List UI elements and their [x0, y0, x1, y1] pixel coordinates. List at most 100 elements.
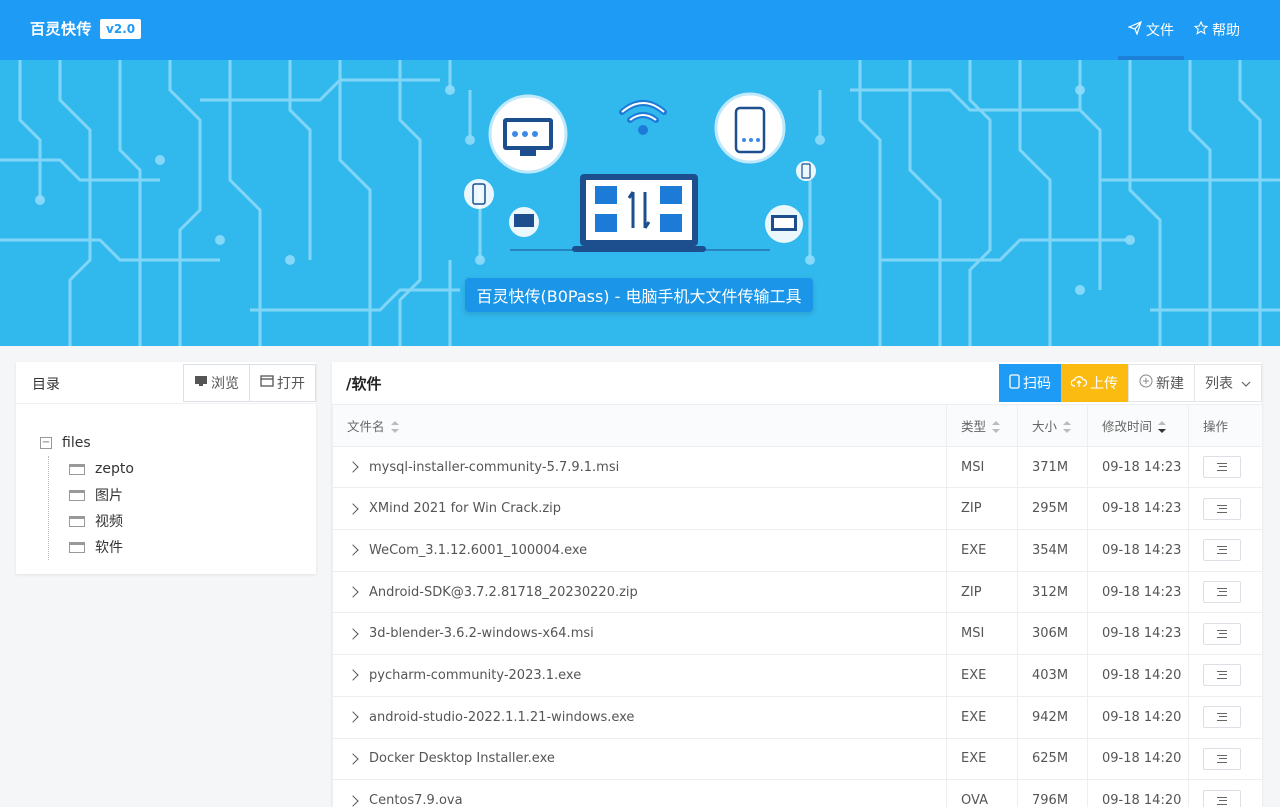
- table-row[interactable]: Android-SDK@3.7.2.81718_20230220.zip ZIP 3…: [332, 570, 1262, 614]
- file-name-cell[interactable]: 3d-blender-3.6.2-windows-x64.msi: [332, 612, 947, 656]
- collapse-icon[interactable]: −: [40, 437, 52, 449]
- menu-icon: [1217, 629, 1227, 638]
- table-row[interactable]: XMind 2021 for Win Crack.zip ZIP 295M 09-18…: [332, 487, 1262, 531]
- tree-node-images[interactable]: 图片: [69, 482, 134, 508]
- file-name-cell[interactable]: XMind 2021 for Win Crack.zip: [332, 487, 947, 531]
- file-name: Docker Desktop Installer.exe: [369, 751, 555, 767]
- directory-title: 目录: [32, 377, 60, 393]
- menu-icon: [1217, 796, 1227, 805]
- file-size-cell: 354M: [1017, 529, 1088, 572]
- cloud-upload-icon: [1070, 375, 1088, 392]
- column-type[interactable]: 类型: [946, 404, 1018, 447]
- file-modified-cell: 09-18 14:23: [1087, 529, 1189, 572]
- column-modified-label: 修改时间: [1102, 418, 1153, 434]
- scan-button[interactable]: 扫码: [999, 364, 1061, 402]
- version-badge: v2.0: [100, 18, 142, 39]
- nav-help[interactable]: 帮助: [1184, 0, 1250, 60]
- plus-circle-icon: [1139, 374, 1153, 392]
- file-name-cell[interactable]: WeCom_3.1.12.6001_100004.exe: [332, 529, 947, 572]
- column-size-label: 大小: [1032, 418, 1058, 434]
- sort-desc-icon[interactable]: [1158, 421, 1167, 434]
- file-type-cell: EXE: [946, 654, 1018, 697]
- browse-label: 浏览: [211, 376, 239, 392]
- file-name-cell[interactable]: android-studio-2022.1.1.21-windows.exe: [332, 695, 947, 739]
- chevron-right-icon[interactable]: [347, 544, 359, 557]
- sort-icon[interactable]: [1063, 421, 1072, 434]
- tree-root[interactable]: − files: [40, 430, 134, 456]
- chevron-right-icon[interactable]: [347, 628, 359, 640]
- row-menu-button[interactable]: [1203, 456, 1241, 479]
- tree-node-label: 图片: [95, 488, 123, 504]
- chevron-right-icon[interactable]: [347, 753, 359, 765]
- folder-icon: [69, 463, 85, 475]
- file-modified-cell: 09-18 14:20: [1087, 779, 1189, 807]
- menu-icon: [1217, 504, 1227, 513]
- tree-node-software[interactable]: 软件: [69, 534, 134, 560]
- row-menu-button[interactable]: [1203, 622, 1241, 645]
- file-type-cell: ZIP: [946, 570, 1018, 614]
- chevron-right-icon[interactable]: [347, 711, 359, 723]
- directory-tree: − files zepto 图片 视频 软件: [40, 430, 134, 560]
- chevron-down-icon: [1241, 375, 1251, 391]
- upload-button[interactable]: 上传: [1061, 364, 1128, 402]
- row-menu-button[interactable]: [1203, 706, 1241, 729]
- table-row[interactable]: WeCom_3.1.12.6001_100004.exe EXE 354M 09-18…: [332, 529, 1262, 572]
- nav-files-label: 文件: [1146, 23, 1174, 39]
- row-menu-button[interactable]: [1203, 581, 1241, 604]
- tree-node-videos[interactable]: 视频: [69, 508, 134, 534]
- file-modified-cell: 09-18 14:23: [1087, 570, 1189, 614]
- view-mode-dropdown[interactable]: 列表: [1195, 364, 1262, 402]
- menu-icon: [1217, 546, 1227, 555]
- file-type-cell: MSI: [946, 612, 1018, 656]
- file-actions-cell: [1188, 529, 1262, 572]
- app-title: 百灵快传: [30, 20, 93, 38]
- column-name-label: 文件名: [347, 418, 385, 434]
- column-size[interactable]: 大小: [1017, 404, 1088, 447]
- open-button[interactable]: 打开: [250, 364, 316, 402]
- browse-button[interactable]: 浏览: [183, 364, 250, 402]
- table-row[interactable]: pycharm-community-2023.1.exe EXE 403M 09-18…: [332, 654, 1262, 697]
- column-modified[interactable]: 修改时间: [1087, 404, 1189, 447]
- file-modified-cell: 09-18 14:20: [1087, 654, 1189, 697]
- star-icon: [1193, 20, 1209, 39]
- table-row[interactable]: android-studio-2022.1.1.21-windows.exe EX…: [332, 695, 1262, 739]
- table-row[interactable]: 3d-blender-3.6.2-windows-x64.msi MSI 306M 0…: [332, 612, 1262, 656]
- main-nav: 文件 帮助: [1118, 0, 1250, 60]
- folder-icon: [69, 541, 85, 553]
- files-header: /软件 扫码 上传 新建 列表: [332, 362, 1262, 404]
- file-name-cell[interactable]: Docker Desktop Installer.exe: [332, 737, 947, 781]
- table-row[interactable]: Docker Desktop Installer.exe EXE 625M 09-18…: [332, 737, 1262, 781]
- column-name[interactable]: 文件名: [332, 404, 947, 447]
- row-menu-button[interactable]: [1203, 497, 1241, 520]
- row-menu-button[interactable]: [1203, 789, 1241, 807]
- chevron-right-icon[interactable]: [347, 586, 359, 598]
- row-menu-button[interactable]: [1203, 747, 1241, 770]
- tree-node-zepto[interactable]: zepto: [69, 456, 134, 482]
- sort-icon[interactable]: [390, 421, 399, 434]
- chevron-right-icon[interactable]: [347, 503, 359, 515]
- scan-label: 扫码: [1023, 376, 1051, 392]
- sort-icon[interactable]: [992, 421, 1001, 434]
- files-table: 文件名 类型 大小 修改时间 操作 mysql-installer-commun…: [332, 404, 1262, 807]
- row-menu-button[interactable]: [1203, 664, 1241, 687]
- table-row[interactable]: mysql-installer-community-5.7.9.1.msi MSI…: [332, 445, 1262, 489]
- file-type-cell: ZIP: [946, 487, 1018, 531]
- chevron-right-icon[interactable]: [347, 794, 359, 807]
- nav-files[interactable]: 文件: [1118, 0, 1184, 60]
- file-name-cell[interactable]: mysql-installer-community-5.7.9.1.msi: [332, 445, 947, 489]
- file-actions-cell: [1188, 695, 1262, 739]
- file-actions-cell: [1188, 487, 1262, 531]
- tree-node-label: zepto: [95, 461, 134, 477]
- file-name-cell[interactable]: Centos7.9.ova: [332, 779, 947, 807]
- chevron-right-icon[interactable]: [347, 461, 359, 473]
- folder-icon: [69, 489, 85, 501]
- table-row[interactable]: Centos7.9.ova OVA 796M 09-18 14:20: [332, 779, 1262, 807]
- file-name-cell[interactable]: Android-SDK@3.7.2.81718_20230220.zip: [332, 570, 947, 614]
- files-table-body: mysql-installer-community-5.7.9.1.msi MSI…: [332, 445, 1262, 807]
- chevron-right-icon[interactable]: [347, 669, 359, 682]
- file-actions-cell: [1188, 737, 1262, 781]
- new-button[interactable]: 新建: [1128, 364, 1195, 402]
- row-menu-button[interactable]: [1203, 539, 1241, 562]
- file-name-cell[interactable]: pycharm-community-2023.1.exe: [332, 654, 947, 697]
- menu-icon: [1217, 588, 1227, 597]
